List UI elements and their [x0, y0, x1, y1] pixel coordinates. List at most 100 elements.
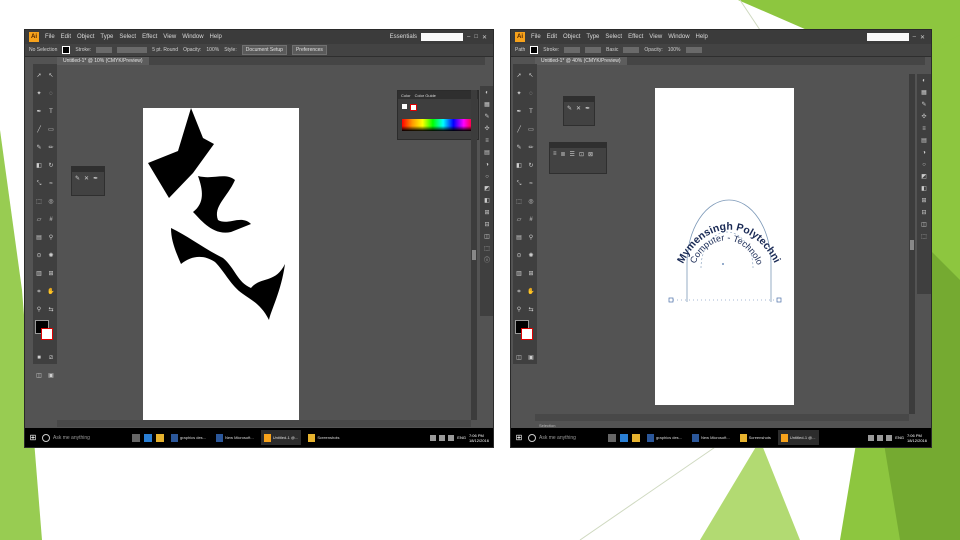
menu-effect[interactable]: Effect — [142, 34, 157, 40]
line-tool-icon[interactable]: ╱ — [515, 126, 523, 134]
brush-icon[interactable]: ✎ — [75, 175, 80, 182]
symbol-sprayer-icon[interactable]: ✺ — [527, 252, 535, 260]
pathfinder-dock-icon[interactable]: ◫ — [482, 232, 492, 242]
align-dock-icon[interactable]: ⊟ — [919, 208, 929, 218]
graphic-styles-dock-icon[interactable]: ◩ — [919, 172, 929, 182]
selection-tool-icon[interactable]: ➚ — [515, 72, 523, 80]
pathfinder-dock-icon[interactable]: ◫ — [919, 220, 929, 230]
profile-field[interactable] — [623, 47, 640, 53]
edge-icon[interactable] — [620, 433, 628, 442]
direct-selection-tool-icon[interactable]: ↖ — [47, 72, 55, 80]
close-icon[interactable]: ✕ — [920, 34, 925, 41]
taskbar-app-screenshots[interactable]: Screenshots — [737, 430, 774, 445]
language-indicator[interactable]: ENG — [895, 435, 904, 440]
gradient-dock-icon[interactable]: ▤ — [482, 148, 492, 158]
brush-floating-panel[interactable]: ✎ ✕ ✒ — [71, 166, 105, 196]
network-icon[interactable] — [868, 434, 875, 441]
symbols-dock-icon[interactable]: ✣ — [919, 112, 929, 122]
menu-view[interactable]: View — [649, 34, 662, 40]
lasso-icon[interactable]: ◌ — [47, 90, 55, 98]
brush-style[interactable]: Basic — [606, 47, 618, 53]
stroke-dock-icon[interactable]: ≡ — [482, 136, 492, 146]
swatches-dock-icon[interactable]: ▦ — [919, 88, 929, 98]
fill-stroke-indicator[interactable] — [515, 320, 535, 342]
shape-builder-icon[interactable]: ◎ — [47, 198, 55, 206]
menu-window[interactable]: Window — [182, 34, 203, 40]
gradient-icon[interactable]: ▤ — [515, 234, 523, 242]
artboards-dock-icon[interactable]: ⊞ — [919, 196, 929, 206]
menu-type[interactable]: Type — [100, 34, 113, 40]
blend-icon[interactable]: ⊙ — [515, 252, 523, 260]
artboard[interactable]: Mymensingh Polytechnic Institute Compute… — [652, 79, 794, 405]
artboards-dock-icon[interactable]: ⊞ — [482, 208, 492, 218]
stroke-mini[interactable] — [410, 104, 417, 111]
graph-tool-icon[interactable]: ▥ — [35, 270, 43, 278]
appearance-dock-icon[interactable]: ○ — [919, 160, 929, 170]
symbols-dock-icon[interactable]: ✣ — [482, 124, 492, 134]
menu-file[interactable]: File — [45, 34, 55, 40]
stroke-weight-field[interactable] — [96, 47, 113, 53]
fill-swatch[interactable] — [62, 46, 71, 54]
free-transform-icon[interactable]: ⬚ — [515, 198, 523, 206]
fill-stroke-mini[interactable] — [402, 104, 407, 109]
explorer-icon[interactable] — [632, 433, 640, 442]
text-option-icon[interactable]: ⊡ — [579, 151, 584, 158]
pen-icon[interactable]: ✒ — [585, 105, 590, 112]
fill-stroke-indicator[interactable] — [35, 320, 55, 342]
swap-icon[interactable]: ⇆ — [527, 306, 535, 314]
taskbar-app-word-1[interactable]: graphics des... — [168, 430, 209, 445]
opacity-value[interactable]: 100% — [206, 47, 219, 53]
menu-help[interactable]: Help — [696, 34, 708, 40]
color-panel[interactable]: Color Color Guide — [397, 90, 479, 140]
eraser-icon[interactable]: ◧ — [35, 162, 43, 170]
color-mode-icon[interactable]: ■ — [35, 354, 43, 362]
search-input[interactable] — [421, 33, 463, 41]
scale-icon[interactable]: ⤡ — [515, 180, 523, 188]
artboard-tool-icon[interactable]: ⊞ — [47, 270, 55, 278]
arc-text-artwork[interactable]: Mymensingh Polytechnic Institute Compute… — [652, 79, 794, 405]
artwork-black-shapes[interactable] — [143, 108, 299, 420]
menu-view[interactable]: View — [163, 34, 176, 40]
cortana-search[interactable]: Ask me anything — [42, 433, 128, 442]
rotate-icon[interactable]: ↻ — [527, 162, 535, 170]
minimize-icon[interactable]: – — [913, 34, 916, 40]
text-option2-icon[interactable]: ⊠ — [588, 151, 593, 158]
eyedropper-icon[interactable]: ⚲ — [527, 234, 535, 242]
menu-help[interactable]: Help — [210, 34, 222, 40]
minimize-icon[interactable]: – — [467, 34, 470, 40]
transparency-dock-icon[interactable]: ◑ — [482, 160, 492, 170]
menu-select[interactable]: Select — [119, 34, 136, 40]
mesh-icon[interactable]: # — [47, 216, 55, 224]
artboard-tool-icon[interactable]: ⊞ — [527, 270, 535, 278]
slice-tool-icon[interactable]: ⌗ — [35, 288, 43, 296]
align-center-icon[interactable]: ≣ — [561, 151, 566, 158]
color-tab[interactable]: Color — [401, 93, 411, 98]
menu-edit[interactable]: Edit — [547, 34, 557, 40]
swap-icon[interactable]: ⇆ — [47, 306, 55, 314]
align-dock-icon[interactable]: ⊟ — [482, 220, 492, 230]
brushes-dock-icon[interactable]: ✎ — [482, 112, 492, 122]
taskbar-app-illustrator[interactable]: Untitled-1 @... — [260, 430, 302, 445]
cortana-search[interactable]: Ask me anything — [528, 433, 604, 442]
color-dock-icon[interactable]: ◐ — [482, 88, 492, 98]
type-tool-icon[interactable]: T — [47, 108, 55, 116]
battery-icon[interactable] — [886, 434, 893, 441]
type-tool-icon[interactable]: T — [527, 108, 535, 116]
network-icon[interactable] — [430, 434, 437, 441]
battery-icon[interactable] — [448, 434, 455, 441]
color-guide-tab[interactable]: Color Guide — [415, 93, 436, 98]
line-tool-icon[interactable]: ╱ — [35, 126, 43, 134]
align-left-icon[interactable]: ≡ — [553, 151, 557, 158]
pen-icon[interactable]: ✒ — [93, 175, 98, 182]
layers-dock-icon[interactable]: ◧ — [482, 196, 492, 206]
language-indicator[interactable]: ENG — [457, 435, 466, 440]
menu-file[interactable]: File — [531, 34, 541, 40]
graph-tool-icon[interactable]: ▥ — [515, 270, 523, 278]
fill-swatch[interactable] — [530, 46, 539, 54]
menu-window[interactable]: Window — [668, 34, 689, 40]
align-right-icon[interactable]: ☰ — [570, 151, 575, 158]
delete-icon[interactable]: ✕ — [84, 175, 89, 182]
stroke-dock-icon[interactable]: ≡ — [919, 124, 929, 134]
explorer-icon[interactable] — [156, 433, 164, 442]
brushes-dock-icon[interactable]: ✎ — [919, 100, 929, 110]
